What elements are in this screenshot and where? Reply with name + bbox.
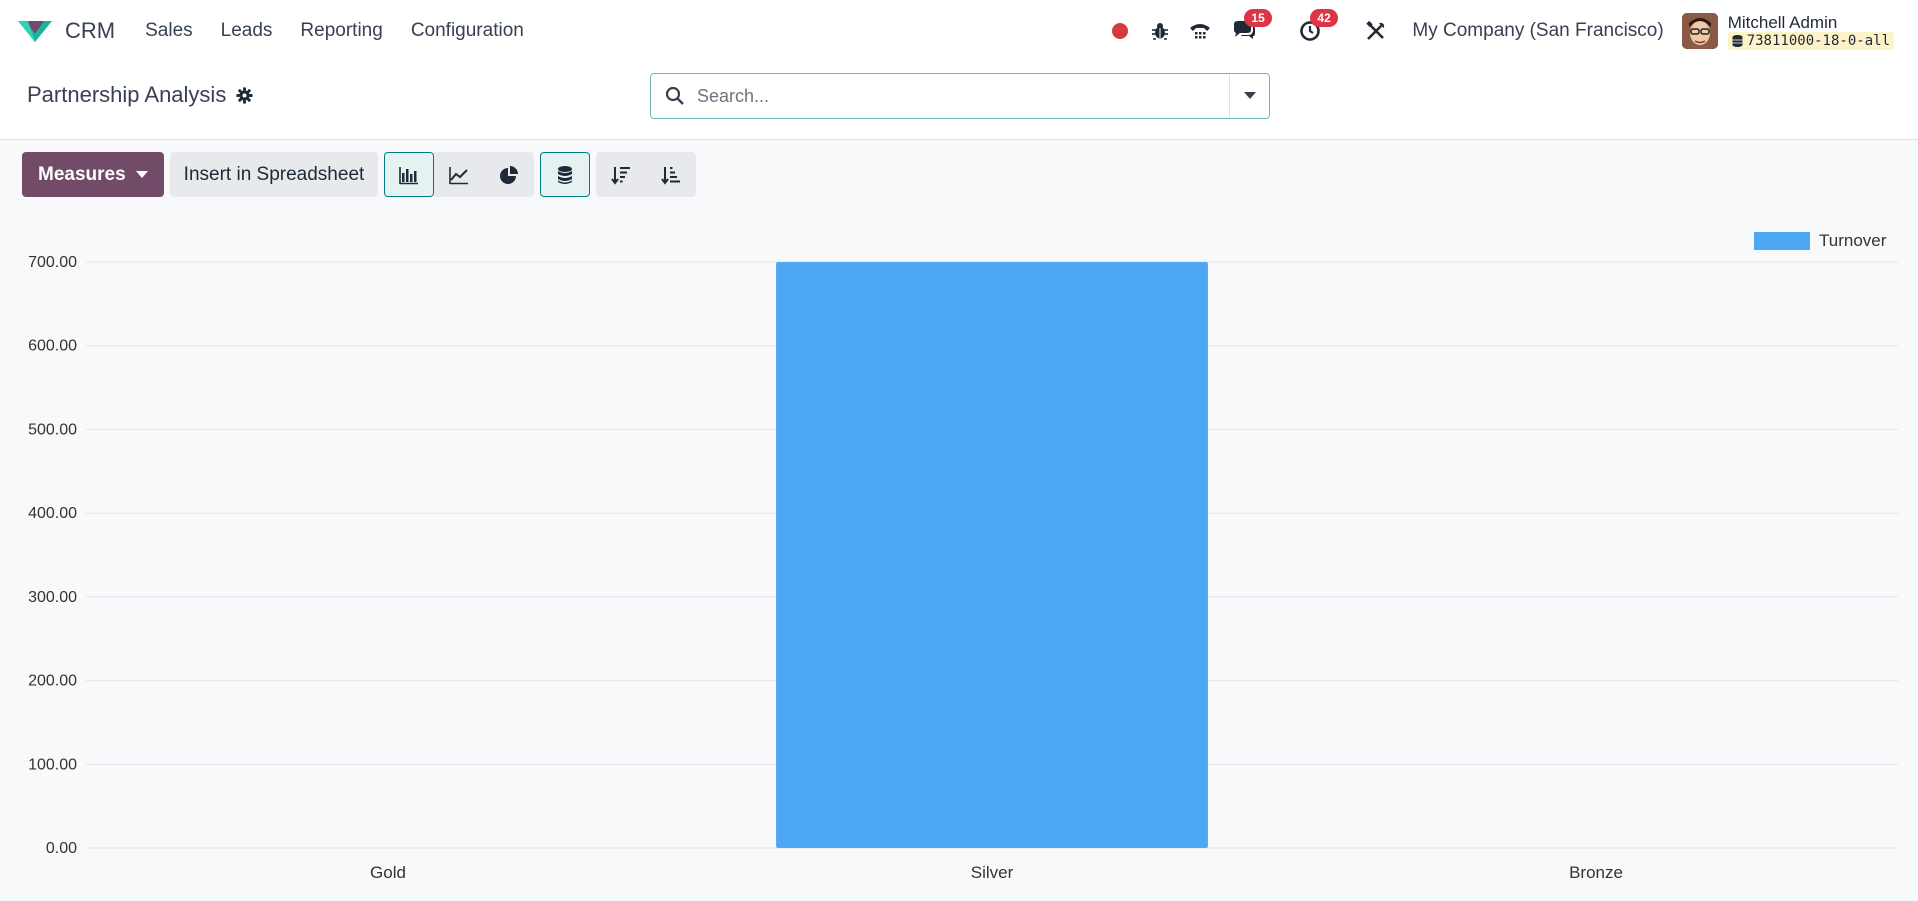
caret-down-icon: [1243, 92, 1256, 99]
top-navbar: CRM Sales Leads Reporting Configuration: [0, 0, 1918, 62]
measures-button[interactable]: Measures: [22, 152, 164, 197]
company-switcher[interactable]: My Company (San Francisco): [1412, 20, 1663, 42]
user-avatar-icon: [1681, 13, 1718, 49]
sort-descending-icon: [611, 166, 631, 185]
bar-chart-button[interactable]: [384, 152, 435, 197]
sort-descending-button[interactable]: [596, 152, 647, 197]
page-title: Partnership Analysis: [27, 82, 253, 108]
user-name: Mitchell Admin: [1727, 12, 1838, 32]
activities-menu[interactable]: 42: [1296, 9, 1338, 45]
phone-icon: [1190, 24, 1211, 39]
graph-chart: 0.00 100.00 200.00 300.00 400.00 500.00 600.00…: [28, 231, 1898, 882]
messages-count-badge: 15: [1244, 9, 1272, 27]
menu-leads[interactable]: Leads: [207, 20, 287, 42]
caret-down-icon: [135, 171, 148, 178]
y-tick-label: 0.00: [46, 840, 77, 857]
x-tick-label: Bronze: [1569, 863, 1623, 882]
legend-swatch: [1754, 232, 1810, 250]
control-panel: Partnership Analysis: [0, 62, 1918, 140]
database-icon: [1732, 34, 1743, 47]
user-menu[interactable]: Mitchell Admin 73811000-18-0-all: [1681, 12, 1894, 50]
x-tick-label: Gold: [370, 863, 406, 882]
sort-ascending-button[interactable]: [646, 152, 697, 197]
activities-count-badge: 42: [1310, 9, 1338, 27]
navbar-systray: 15 42 My Company (San Francisco) Mitchel…: [1094, 0, 1894, 62]
sort-group: [596, 152, 697, 197]
menu-sales[interactable]: Sales: [131, 20, 207, 42]
y-tick-label: 300.00: [28, 589, 77, 606]
legend-label: Turnover: [1819, 231, 1887, 250]
bug-icon: [1152, 23, 1169, 40]
pie-chart-icon: [500, 165, 519, 184]
sort-ascending-icon: [661, 166, 681, 185]
messages-menu[interactable]: 15: [1230, 9, 1272, 45]
bar-chart-icon: [399, 166, 419, 184]
insert-label: Insert in Spreadsheet: [183, 163, 365, 185]
search-input[interactable]: [697, 85, 1197, 107]
stacked-toggle-button[interactable]: [540, 152, 591, 197]
debug-menu[interactable]: [1146, 17, 1174, 45]
search-icon: [665, 86, 684, 105]
measures-label: Measures: [38, 163, 126, 185]
database-name: 73811000-18-0-all: [1746, 32, 1890, 49]
insert-in-spreadsheet-button[interactable]: Insert in Spreadsheet: [169, 152, 379, 197]
database-stack-icon: [558, 165, 573, 184]
line-chart-button[interactable]: [434, 152, 485, 197]
app-switcher[interactable]: CRM: [18, 18, 115, 44]
menu-reporting[interactable]: Reporting: [286, 20, 396, 42]
stack-group: [540, 152, 591, 197]
line-chart-icon: [449, 166, 469, 184]
avatar: [1681, 13, 1718, 49]
x-tick-label: Silver: [971, 863, 1014, 882]
gear-icon[interactable]: [236, 86, 253, 104]
user-info: Mitchell Admin 73811000-18-0-all: [1727, 12, 1894, 50]
y-tick-label: 600.00: [28, 338, 77, 355]
y-tick-label: 700.00: [28, 254, 77, 271]
record-dot-icon: [1112, 23, 1129, 39]
database-tag: 73811000-18-0-all: [1727, 31, 1894, 50]
pie-chart-button[interactable]: [484, 152, 535, 197]
chart-type-group: [384, 152, 535, 197]
search-bar: [650, 73, 1270, 119]
y-tick-label: 400.00: [28, 505, 77, 522]
y-tick-label: 200.00: [28, 673, 77, 690]
page-title-text: Partnership Analysis: [27, 82, 227, 107]
settings-tools[interactable]: [1362, 17, 1390, 45]
crm-logo-icon: [18, 21, 52, 42]
phone-menu[interactable]: [1186, 17, 1214, 45]
app-name: CRM: [65, 18, 116, 43]
search-options-toggle[interactable]: [1229, 74, 1269, 118]
main-menu: Sales Leads Reporting Configuration: [131, 20, 538, 42]
tools-icon: [1366, 20, 1385, 40]
menu-configuration[interactable]: Configuration: [397, 20, 538, 42]
graph-toolbar: Measures Insert in Spreadsheet: [22, 152, 697, 197]
recording-indicator[interactable]: [1106, 17, 1134, 45]
y-tick-label: 500.00: [28, 421, 77, 438]
y-tick-label: 100.00: [28, 756, 77, 773]
bar[interactable]: [776, 262, 1208, 848]
